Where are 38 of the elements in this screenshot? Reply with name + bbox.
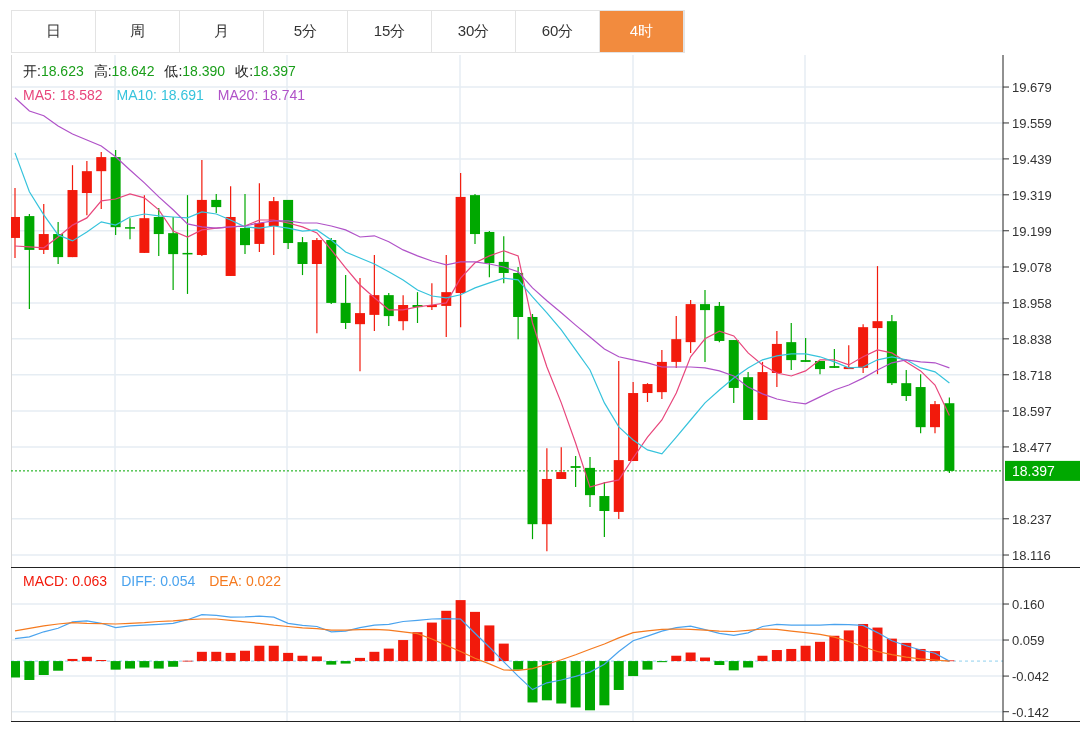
ref-line-label: 18.397	[1012, 462, 1056, 479]
axis-tick-label: -0.042	[1012, 669, 1049, 685]
ohlc-value: 18.390	[182, 64, 226, 78]
legend-value: 18.741	[262, 88, 306, 102]
axis-tick-label: 18.116	[1012, 548, 1051, 563]
legend-label: MA10:	[116, 88, 157, 102]
ohlc-label: 收:	[235, 64, 254, 78]
legend-value: 18.582	[59, 88, 103, 102]
axis-tick-label: 19.078	[1012, 260, 1052, 275]
ohlc-value: 18.623	[40, 64, 84, 78]
axis-tick-label: 18.958	[1012, 295, 1052, 311]
current-price-tag: 18.397	[1005, 460, 1080, 481]
axis-tick-label: 19.559	[1012, 115, 1052, 131]
ohlc-label: 开:	[23, 64, 41, 78]
axis-tick-label: 18.838	[1012, 331, 1052, 347]
legend-label: MA5:	[23, 88, 56, 102]
legend-value: 0.054	[160, 574, 196, 588]
axis-tick-label: 19.439	[1012, 151, 1052, 167]
axis-tick-label: 18.237	[1012, 511, 1052, 527]
legend-label: MACD:	[23, 574, 69, 588]
legend-value: 0.063	[72, 574, 108, 588]
axis-tick-label: 19.199	[1012, 223, 1052, 239]
ohlc-label: 低:	[164, 64, 183, 78]
legend-value: 0.022	[245, 574, 281, 588]
axis-tick-label: 18.718	[1012, 367, 1052, 383]
axis-tick-label: 0.059	[1012, 633, 1045, 649]
axis-tick-label: 19.319	[1012, 187, 1052, 203]
axis-tick-label: 18.597	[1012, 404, 1052, 419]
axis-tick-label: 19.679	[1012, 80, 1052, 96]
legend-label: MA20:	[217, 88, 259, 102]
legend-label: DEA:	[209, 574, 242, 588]
axis-tick-label: 0.160	[1012, 597, 1045, 612]
ohlc-value: 18.397	[253, 64, 296, 78]
legend-value: 18.691	[161, 88, 204, 102]
axis-tick-label: -0.142	[1012, 704, 1049, 720]
legend-label: DIFF:	[121, 574, 157, 588]
ohlc-label: 高:	[93, 64, 112, 78]
axis-tick-label: 18.477	[1012, 439, 1052, 455]
